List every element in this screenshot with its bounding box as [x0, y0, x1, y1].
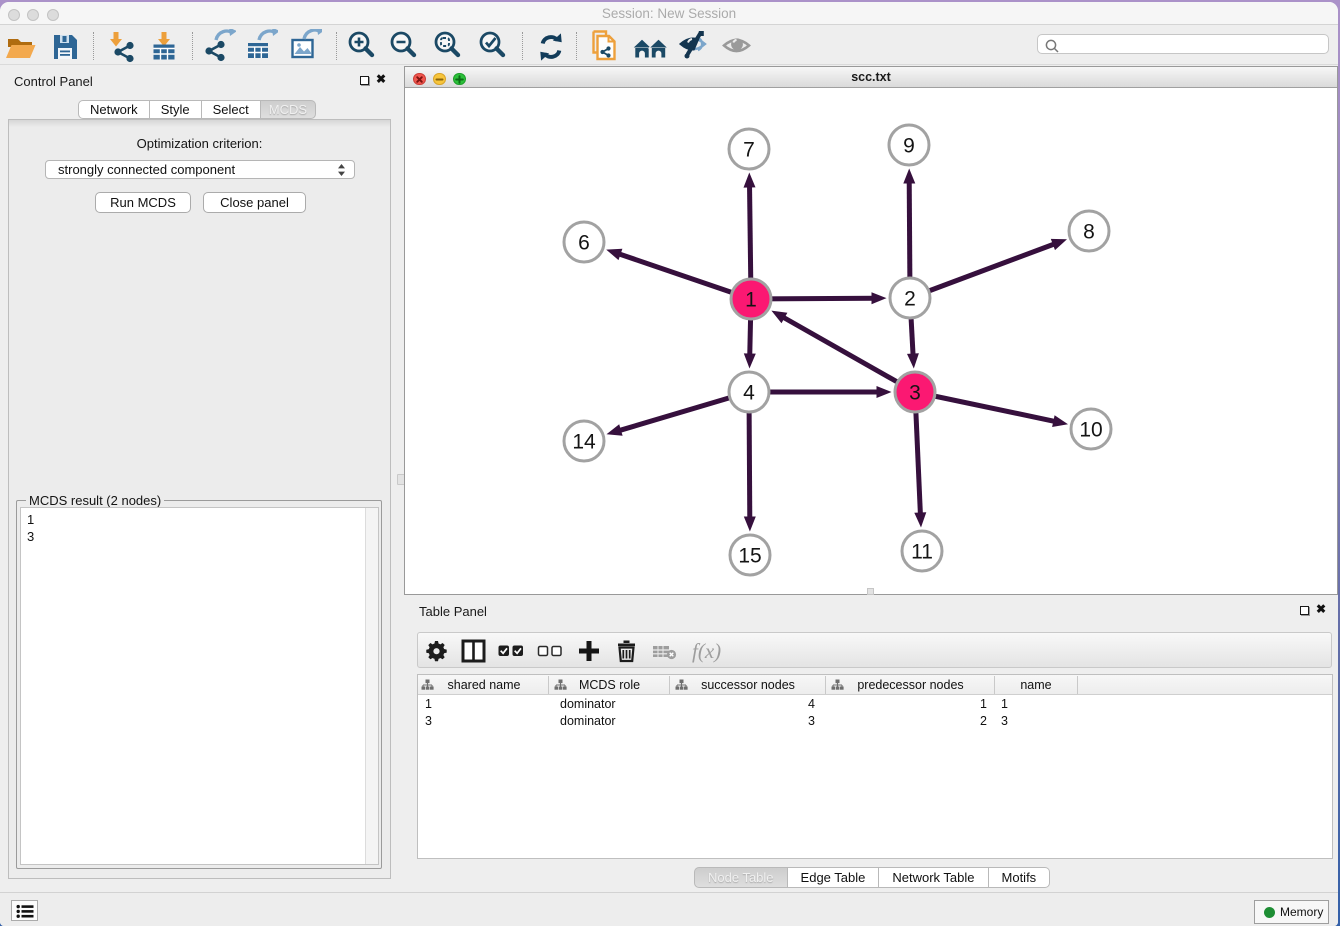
svg-text:f(x): f(x): [692, 639, 721, 663]
svg-text:6: 6: [578, 232, 590, 255]
svg-text:1: 1: [745, 289, 757, 312]
svg-text:3: 3: [909, 382, 921, 405]
svg-text:11: 11: [911, 541, 933, 564]
svg-text:7: 7: [743, 139, 755, 162]
svg-text:10: 10: [1079, 419, 1102, 442]
svg-text:8: 8: [1083, 221, 1095, 244]
svg-text:15: 15: [738, 545, 761, 568]
svg-text:2: 2: [904, 288, 916, 311]
svg-text:14: 14: [572, 431, 596, 454]
svg-text:9: 9: [903, 135, 915, 158]
svg-text:4: 4: [743, 382, 755, 405]
